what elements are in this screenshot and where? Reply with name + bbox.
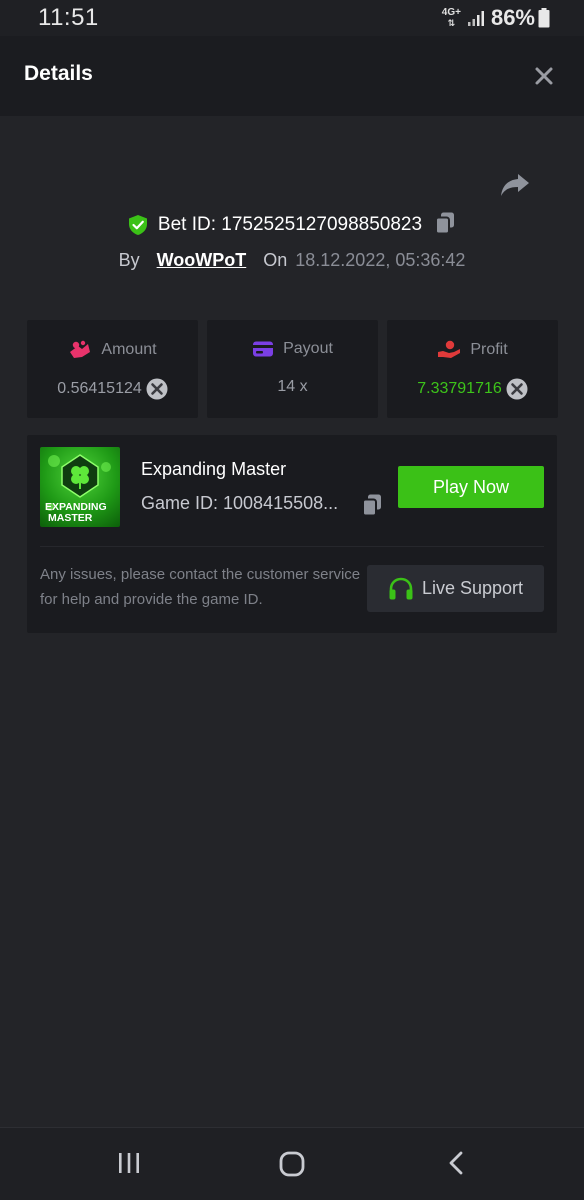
back-icon [449, 1151, 463, 1175]
details-header: Details [0, 36, 584, 116]
game-art: EXPANDING MASTER [45, 454, 111, 524]
home-icon [279, 1151, 305, 1177]
network-label: 4G+ ⇅ [441, 7, 461, 29]
amount-icon [70, 340, 91, 358]
profit-hand-icon [438, 340, 461, 358]
close-button[interactable] [530, 62, 558, 90]
close-icon [535, 67, 553, 85]
back-button[interactable] [444, 1150, 470, 1181]
payout-value: 14 x [277, 378, 308, 395]
recents-button[interactable] [116, 1150, 142, 1181]
bet-id-row: Bet ID: 1752525127098850823 [0, 210, 584, 240]
profit-card: Profit 7.33791716 [387, 320, 558, 418]
home-button[interactable] [278, 1150, 306, 1183]
recents-icon [119, 1153, 139, 1173]
payout-card: Payout 14 x [207, 320, 378, 418]
payout-label: Payout [283, 340, 333, 357]
profit-value: 7.33791716 [417, 380, 502, 397]
play-now-button[interactable]: Play Now [398, 466, 544, 508]
divider [40, 546, 544, 547]
support-text: Any issues, please contact the customer … [40, 566, 361, 608]
bet-date: 18.12.2022, 05:36:42 [295, 249, 466, 270]
game-panel: EXPANDING MASTER Expanding Master Game I… [27, 435, 557, 633]
copy-bet-id-button[interactable] [434, 211, 456, 240]
page-title: Details [24, 62, 93, 85]
bet-id: Bet ID: 1752525127098850823 [157, 214, 423, 235]
amount-value: 0.56415124 [57, 380, 142, 397]
copy-icon [435, 212, 455, 234]
system-nav-bar [0, 1127, 584, 1200]
status-bar: 11:51 4G+ ⇅ 86% [0, 0, 584, 36]
share-button[interactable] [498, 170, 532, 200]
signal-icon [467, 11, 484, 26]
username-link[interactable]: WooWPoT [157, 250, 247, 271]
coin-x-icon [506, 378, 528, 400]
shield-check-icon [128, 215, 147, 235]
share-icon [501, 174, 529, 196]
game-id: Game ID: 1008415508... [141, 493, 339, 513]
profit-label: Profit [470, 341, 508, 358]
status-time: 11:51 [38, 4, 99, 31]
battery-percent: 86% [490, 5, 535, 30]
amount-card: Amount 0.56415124 [27, 320, 198, 418]
amount-label: Amount [101, 341, 157, 358]
coin-x-icon [146, 378, 168, 400]
by-label: By [118, 249, 140, 270]
status-indicators: 4G+ ⇅ 86% [442, 5, 550, 31]
game-name: Expanding Master [141, 459, 287, 479]
thumb-title-line2: MASTER [48, 512, 93, 524]
copy-icon [362, 494, 381, 517]
payout-card-icon [253, 341, 274, 357]
headset-icon [389, 577, 413, 599]
live-support-label: Live Support [421, 578, 524, 598]
copy-game-id-button[interactable] [361, 493, 383, 522]
bet-author-row: By WooWPoT On 18.12.2022, 05:36:42 [0, 246, 584, 274]
battery-icon [538, 8, 550, 28]
on-label: On [263, 249, 288, 270]
live-support-button[interactable]: Live Support [367, 565, 544, 612]
game-thumbnail[interactable]: EXPANDING MASTER [40, 447, 120, 527]
